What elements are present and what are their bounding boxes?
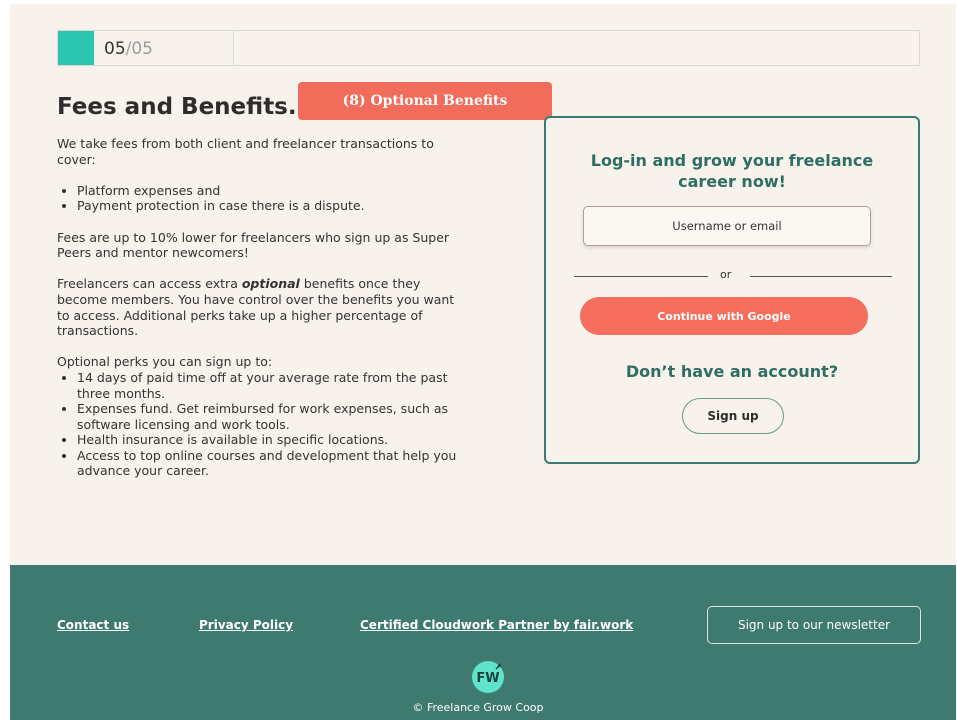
step-total: /05 — [125, 39, 153, 59]
step-progress: 05/05 — [57, 30, 920, 66]
list-item: Payment protection in case there is a di… — [77, 198, 467, 214]
privacy-policy-link[interactable]: Privacy Policy — [199, 618, 293, 632]
or-separator: or — [574, 268, 892, 284]
benefits-text: Freelancers can access extra optional be… — [57, 276, 455, 339]
optional-emphasis: optional — [241, 276, 300, 292]
username-input[interactable] — [583, 206, 871, 246]
newsletter-signup-button[interactable]: Sign up to our newsletter — [707, 606, 921, 644]
copyright-text: © Freelance Grow Coop — [412, 701, 544, 714]
progress-divider — [233, 31, 234, 65]
login-card: Log-in and grow your freelance career no… — [544, 116, 920, 464]
logo-text: FW — [476, 671, 499, 686]
sign-up-button[interactable]: Sign up — [682, 398, 784, 434]
fw-logo-icon[interactable]: FW — [472, 661, 504, 693]
page-title: Fees and Benefits. — [57, 94, 297, 120]
contact-us-link[interactable]: Contact us — [57, 618, 129, 632]
certified-partner-link[interactable]: Certified Cloudwork Partner by fair.work — [360, 618, 633, 632]
no-account-heading: Don’t have an account? — [625, 362, 839, 381]
or-label: or — [720, 268, 732, 281]
fees-description: We take fees from both client and freela… — [57, 136, 467, 479]
list-item: Expenses fund. Get reimbursed for work e… — [77, 401, 467, 432]
login-heading: Log-in and grow your freelance career no… — [590, 151, 874, 191]
progress-indicator — [58, 31, 94, 65]
cover-list: Platform expenses and Payment protection… — [57, 183, 467, 214]
perks-heading: Optional perks you can sign up to: — [57, 354, 273, 370]
list-item: Platform expenses and — [77, 183, 467, 199]
list-item: Health insurance is available in specifi… — [77, 432, 467, 448]
annotation-label: (8) Optional Benefits — [298, 82, 552, 120]
step-current: 05 — [104, 39, 126, 59]
fees-note: Fees are up to 10% lower for freelancers… — [57, 229, 450, 261]
list-item: Access to top online courses and develop… — [77, 448, 467, 479]
intro-text: We take fees from both client and freela… — [57, 136, 434, 167]
continue-with-google-button[interactable]: Continue with Google — [580, 297, 868, 335]
list-item: 14 days of paid time off at your average… — [77, 370, 467, 401]
footer: Contact us Privacy Policy Certified Clou… — [10, 565, 956, 720]
perks-list: 14 days of paid time off at your average… — [57, 370, 467, 479]
step-counter: 05/05 — [104, 39, 153, 59]
